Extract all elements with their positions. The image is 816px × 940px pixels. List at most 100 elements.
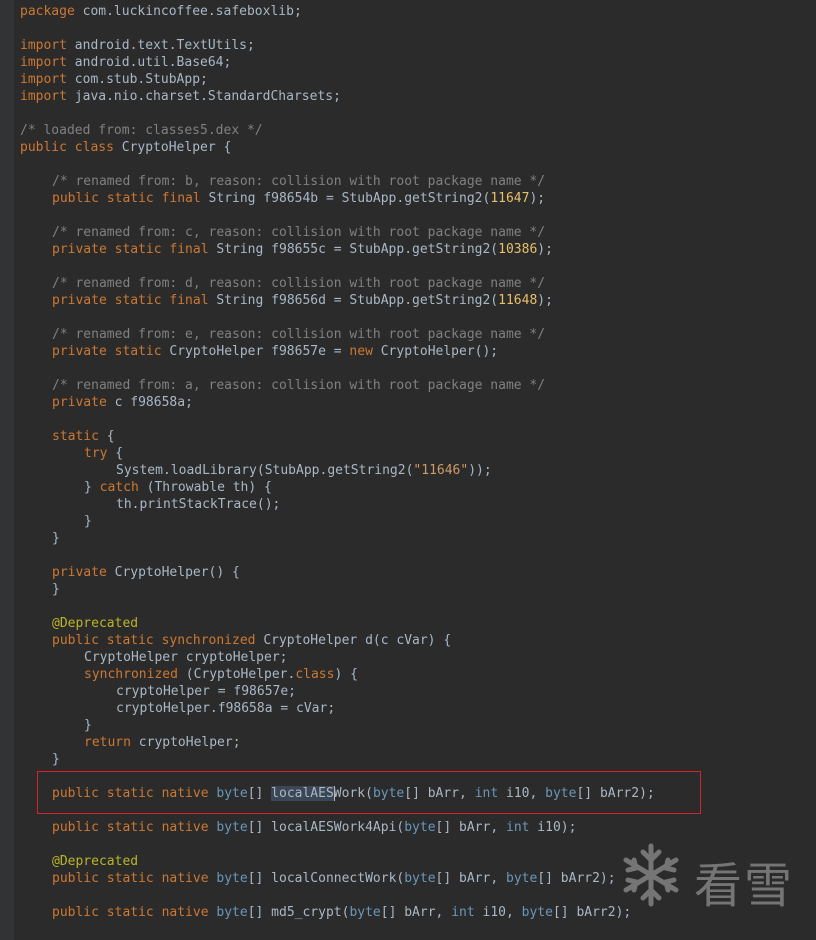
code-line[interactable]: System.loadLibrary(StubApp.getString2("1… [116, 462, 492, 479]
code-token: [] localConnectWork( [247, 871, 405, 886]
code-line[interactable]: public static final String f98654b = Stu… [52, 190, 545, 207]
code-token: cryptoHelper = f98657e; [116, 684, 297, 699]
code-line[interactable]: import android.text.TextUtils; [20, 37, 255, 54]
code-line[interactable]: } [52, 530, 60, 547]
code-token: [] bArr2); [537, 871, 616, 886]
code-token: /* loaded from: classes5.dex */ [20, 123, 263, 138]
code-token: public class [20, 140, 114, 155]
code-line[interactable]: public static synchronized CryptoHelper … [52, 632, 451, 649]
code-token: /* renamed from: b, reason: collision wi… [52, 174, 546, 189]
code-token: [] md5_crypt( [247, 905, 350, 920]
code-token: } [84, 718, 92, 733]
code-token: (CryptoHelper. [177, 667, 296, 682]
code-token: package [20, 4, 75, 19]
code-token: String f98654b = StubApp.getString2( [200, 191, 491, 206]
code-token: )); [468, 463, 492, 478]
code-token: CryptoHelper() { [106, 565, 240, 580]
code-line[interactable]: /* loaded from: classes5.dex */ [20, 122, 263, 139]
code-line[interactable]: /* renamed from: a, reason: collision wi… [52, 377, 545, 394]
code-token: [] localAESWork4Api( [247, 820, 405, 835]
code-line[interactable]: /* renamed from: b, reason: collision wi… [52, 173, 545, 190]
code-line[interactable]: private static final String f98655c = St… [52, 241, 553, 258]
code-token: 10386 [498, 242, 538, 257]
code-token: byte [216, 820, 248, 835]
code-token: [] bArr, [380, 905, 452, 920]
code-line[interactable]: /* renamed from: d, reason: collision wi… [52, 275, 545, 292]
code-token: class [295, 667, 335, 682]
code-line[interactable]: @Deprecated [52, 615, 138, 632]
code-token: [] bArr, [435, 820, 506, 835]
code-token: } [52, 752, 60, 767]
code-line[interactable]: } [84, 513, 92, 530]
code-token: /* renamed from: d, reason: collision wi… [52, 276, 546, 291]
code-token: { [98, 429, 115, 444]
snowflake-icon [623, 843, 679, 907]
code-token: String f98656d = StubApp.getString2( [208, 293, 499, 308]
code-line[interactable]: cryptoHelper = f98657e; [116, 683, 296, 700]
code-token: android.util.Base64; [66, 55, 232, 70]
code-line[interactable]: /* renamed from: c, reason: collision wi… [52, 224, 545, 241]
highlight-box [37, 771, 701, 814]
code-token: android.text.TextUtils; [66, 38, 255, 53]
code-line[interactable]: synchronized (CryptoHelper.class) { [84, 666, 358, 683]
code-line[interactable]: private static final String f98656d = St… [52, 292, 553, 309]
code-token: { [107, 446, 124, 461]
code-token: byte [216, 905, 248, 920]
code-token: synchronized [84, 667, 178, 682]
code-line[interactable]: } [52, 581, 60, 598]
code-token: byte [404, 820, 436, 835]
code-token: ) { [334, 667, 358, 682]
code-token: byte [521, 905, 553, 920]
watermark-text: 看雪 [694, 858, 795, 914]
code-line[interactable]: import com.stub.StubApp; [20, 71, 208, 88]
code-token: byte [404, 871, 436, 886]
code-token: private static final [52, 242, 209, 257]
code-line[interactable]: public static native byte[] md5_crypt(by… [52, 904, 631, 921]
code-line[interactable]: /* renamed from: e, reason: collision wi… [52, 326, 545, 343]
code-line[interactable]: cryptoHelper.f98658a = cVar; [116, 700, 335, 717]
code-token: CryptoHelper f98657e = [161, 344, 350, 359]
code-line[interactable]: } catch (Throwable th) { [84, 479, 272, 496]
code-line[interactable]: public static native byte[] localConnect… [52, 870, 616, 887]
code-token: "11646" [413, 463, 469, 478]
code-token: 11647 [490, 191, 530, 206]
code-token: (Throwable th) { [138, 480, 272, 495]
code-token: /* renamed from: a, reason: collision wi… [52, 378, 546, 393]
code-token: import [20, 38, 67, 53]
code-token: public static native [52, 820, 209, 835]
code-token: cryptoHelper; [130, 735, 241, 750]
code-token: int [506, 820, 530, 835]
code-token: private static final [52, 293, 209, 308]
code-token: ); [537, 293, 553, 308]
code-line[interactable]: } [84, 717, 92, 734]
code-token: private [52, 395, 107, 410]
code-line[interactable]: private static CryptoHelper f98657e = ne… [52, 343, 498, 360]
code-line[interactable]: private CryptoHelper() { [52, 564, 240, 581]
code-line[interactable]: private c f98658a; [52, 394, 193, 411]
code-line[interactable]: return cryptoHelper; [84, 734, 241, 751]
code-line[interactable]: static { [52, 428, 115, 445]
code-line[interactable]: th.printStackTrace(); [116, 496, 280, 513]
code-token: i10); [529, 820, 577, 835]
code-token: com.luckincoffee.safeboxlib; [74, 4, 302, 19]
code-line[interactable]: package com.luckincoffee.safeboxlib; [20, 3, 302, 20]
code-line[interactable]: } [52, 751, 60, 768]
code-token: } [52, 531, 60, 546]
code-token: i10, [474, 905, 522, 920]
code-line[interactable]: CryptoHelper cryptoHelper; [84, 649, 288, 666]
code-line[interactable]: import android.util.Base64; [20, 54, 231, 71]
code-line[interactable]: public class CryptoHelper { [20, 139, 231, 156]
code-token: /* renamed from: c, reason: collision wi… [52, 225, 546, 240]
code-token: ); [529, 191, 546, 206]
watermark: 看雪 [616, 840, 806, 914]
code-token: @Deprecated [52, 854, 139, 869]
code-token: import [20, 72, 67, 87]
code-line[interactable]: @Deprecated [52, 853, 138, 870]
code-token: } [52, 582, 60, 597]
code-line[interactable]: public static native byte[] localAESWork… [52, 819, 576, 836]
code-line[interactable]: try { [84, 445, 123, 462]
code-token: byte [349, 905, 381, 920]
code-token: import [20, 89, 67, 104]
code-token: import [20, 55, 67, 70]
code-line[interactable]: import java.nio.charset.StandardCharsets… [20, 88, 341, 105]
